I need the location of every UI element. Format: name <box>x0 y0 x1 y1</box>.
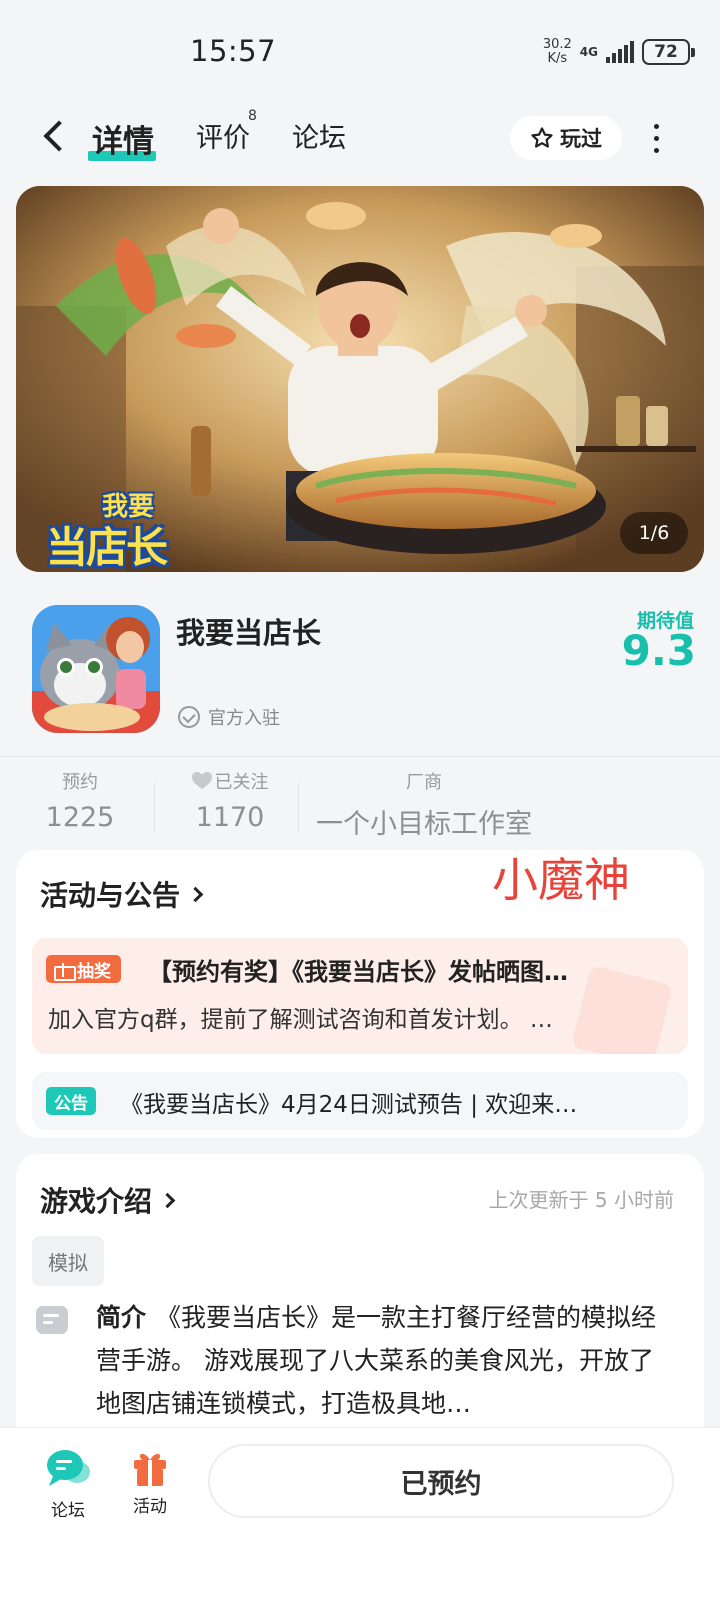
more-options-icon[interactable] <box>646 118 666 158</box>
stat-followers[interactable]: 已关注 1170 <box>170 768 290 833</box>
stats-row: 预约 1225 已关注 1170 厂商 一个小目标工作室 <box>0 768 720 848</box>
stat-developer[interactable]: 厂商 一个小目标工作室 <box>310 768 538 841</box>
watermark-text: 小魔神 <box>492 853 630 907</box>
intro-card: 游戏介绍 上次更新于 5 小时前 模拟 简介 《我要当店长》是一款主打餐厅经营的模… <box>16 1154 704 1454</box>
official-badge: 官方入驻 <box>178 704 280 730</box>
top-nav: 详情 评价 8 论坛 玩过 <box>0 100 720 176</box>
signal-icon <box>606 41 634 63</box>
genre-tag[interactable]: 模拟 <box>32 1236 104 1286</box>
game-app-icon <box>32 605 160 733</box>
activity-button[interactable]: 活动 <box>120 1448 180 1517</box>
intro-header[interactable]: 游戏介绍 <box>40 1180 176 1220</box>
played-button[interactable]: 玩过 <box>510 116 622 160</box>
activities-card: 活动与公告 小魔神 抽奖 【预约有奖】《我要当店长》发帖晒图… 加入官方q群，提… <box>16 850 704 1138</box>
game-logo: 我要 当店长 <box>46 492 168 572</box>
check-circle-icon <box>178 706 200 728</box>
carousel-counter: 1/6 <box>620 512 688 554</box>
promo-description: 加入官方q群，提前了解测试咨询和首发计划。 … <box>48 1007 553 1033</box>
game-title: 我要当店长 <box>176 616 322 650</box>
expectation-score: 9.3 <box>621 626 696 675</box>
chevron-right-icon <box>187 886 204 902</box>
status-indicators: 30.2 K/s 4G 72 <box>542 37 695 66</box>
tab-detail[interactable]: 详情 <box>88 116 156 161</box>
screenshot-carousel[interactable]: 我要 当店长 1/6 <box>16 186 704 572</box>
promo-item[interactable]: 抽奖 【预约有奖】《我要当店长》发帖晒图… 加入官方q群，提前了解测试咨询和首发… <box>32 938 688 1054</box>
divider <box>0 756 720 757</box>
intro-description[interactable]: 简介 《我要当店长》是一款主打餐厅经营的模拟经营手游。 游戏展现了八大菜系的美食风… <box>96 1296 676 1425</box>
notice-item[interactable]: 公告 《我要当店长》4月24日测试预告 | 欢迎来… <box>32 1072 688 1130</box>
status-time: 15:57 <box>190 34 277 68</box>
forum-button[interactable]: 论坛 <box>38 1448 98 1521</box>
forum-icon <box>47 1450 90 1486</box>
lottery-badge: 抽奖 <box>46 955 121 983</box>
stat-divider <box>154 782 155 832</box>
gift-icon <box>54 961 76 981</box>
gift-icon <box>134 1453 166 1486</box>
promo-title: 【预约有奖】《我要当店长》发帖晒图… <box>148 958 568 986</box>
reserved-button[interactable]: 已预约 <box>208 1444 674 1518</box>
tab-forum[interactable]: 论坛 <box>292 116 346 155</box>
tab-review[interactable]: 评价 8 <box>196 108 257 155</box>
document-icon <box>36 1306 68 1334</box>
last-updated: 上次更新于 5 小时前 <box>488 1188 674 1212</box>
heart-icon <box>191 772 212 789</box>
notice-text: 《我要当店长》4月24日测试预告 | 欢迎来… <box>120 1092 578 1118</box>
status-bar: 15:57 30.2 K/s 4G 72 <box>0 0 720 100</box>
stat-reservations: 预约 1225 <box>45 772 115 833</box>
network-type: 4G <box>579 45 598 59</box>
notice-badge: 公告 <box>46 1087 96 1115</box>
network-speed: 30.2 K/s <box>542 37 572 66</box>
chevron-right-icon <box>159 1192 176 1208</box>
back-icon[interactable] <box>38 116 78 156</box>
stat-divider <box>298 782 299 832</box>
game-header: 我要当店长 官方入驻 期待值 9.3 <box>0 588 720 758</box>
intro-label: 简介 <box>96 1303 147 1332</box>
star-icon <box>531 127 553 148</box>
review-count-badge: 8 <box>248 108 257 124</box>
bottom-action-bar: 论坛 活动 已预约 <box>0 1428 720 1600</box>
battery-icon: 72 <box>642 39 695 65</box>
activities-header[interactable]: 活动与公告 <box>40 874 204 914</box>
